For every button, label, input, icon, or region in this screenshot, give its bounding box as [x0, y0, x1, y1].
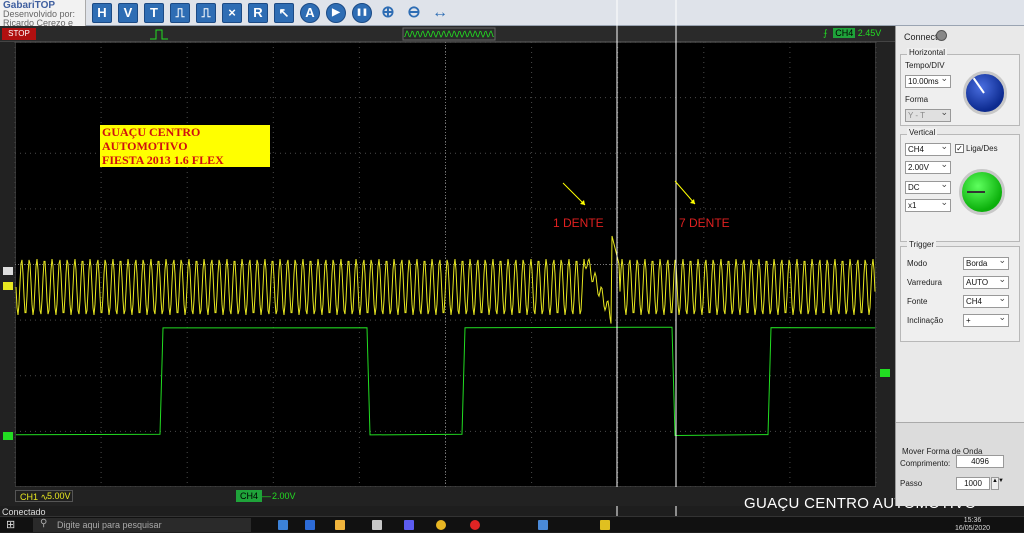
modo-label: Modo [907, 259, 927, 268]
vertical-channel-select[interactable]: CH4 [905, 143, 951, 156]
task-view-icon[interactable] [278, 520, 288, 530]
ligades-label: Liga/Des [966, 144, 998, 153]
fonte-label: Fonte [907, 297, 927, 306]
horizontal-title: Horizontal [907, 48, 947, 57]
forma-select[interactable]: Y - T [905, 109, 951, 122]
clock[interactable]: 15:36 16/05/2020 [955, 517, 990, 533]
trigger-level-marker [880, 369, 890, 377]
fonte-select[interactable]: CH4 [963, 295, 1009, 308]
search-icon: ⚲ [40, 518, 47, 529]
varredura-select[interactable]: AUTO [963, 276, 1009, 289]
volts-knob-pointer [967, 191, 985, 193]
vertical-group: Vertical CH4 ✓ Liga/Des 2.00V DC x1 [900, 134, 1020, 242]
ligades-checkbox[interactable]: ✓ [955, 144, 964, 153]
opera-icon[interactable] [470, 520, 480, 530]
scope-traces [0, 0, 1024, 532]
label-1-dente: 1 DENTE [553, 216, 604, 230]
arrow-7 [675, 181, 695, 204]
tempo-label: Tempo/DIV [905, 61, 945, 70]
oscilloscope-app: GabariTOP Desenvolvido por: Ricardo Cere… [0, 0, 1024, 532]
comprimento-field[interactable]: 4096 [956, 455, 1004, 468]
windows-start-icon[interactable]: ⊞ [6, 519, 18, 531]
passo-label: Passo [900, 479, 922, 488]
scope-app-icon[interactable] [600, 520, 610, 530]
ch4-scale: 2.00V [268, 490, 300, 502]
chrome-icon[interactable] [436, 520, 446, 530]
ch4-marker [3, 432, 13, 440]
taskbar: ⊞ Digite aqui para pesquisar ⚲ 15:36 16/… [0, 516, 1024, 532]
varredura-label: Varredura [907, 278, 942, 287]
store-icon[interactable] [372, 520, 382, 530]
edge-icon[interactable] [305, 520, 315, 530]
mover-group: Mover Forma de Onda Comprimento: 4096 Pa… [896, 422, 1024, 506]
label-7-dente: 7 DENTE [679, 216, 730, 230]
passo-spinner[interactable]: ▲▼ [991, 477, 999, 490]
probe-select[interactable]: x1 [905, 199, 951, 212]
app-icon-1[interactable] [404, 520, 414, 530]
modo-select[interactable]: Borda [963, 257, 1009, 270]
explorer-icon[interactable] [335, 520, 345, 530]
app-icon-2[interactable] [538, 520, 548, 530]
horizontal-group: Horizontal Tempo/DIV 10.00ms Forma Y - T [900, 54, 1020, 126]
comprimento-label: Comprimento: [900, 459, 950, 468]
ref-marker [3, 267, 13, 275]
passo-field[interactable]: 1000 [956, 477, 990, 490]
inclinacao-select[interactable]: + [963, 314, 1009, 327]
title-box: GUAÇU CENTRO AUTOMOTIVO FIESTA 2013 1.6 … [100, 125, 270, 167]
control-panel: Connect Horizontal Tempo/DIV 10.00ms For… [895, 26, 1024, 506]
inclinacao-label: Inclinação [907, 316, 943, 325]
ch1-label: CH1 [20, 492, 38, 502]
title-line-1: GUAÇU CENTRO AUTOMOTIVO [100, 125, 270, 153]
ch1-marker [3, 282, 13, 290]
trigger-group: Trigger Modo Borda Varredura AUTO Fonte … [900, 246, 1020, 342]
connect-label: Connect [904, 32, 938, 42]
ch1-scale: 5.00V [43, 490, 75, 502]
tempo-select[interactable]: 10.00ms [905, 75, 951, 88]
connect-led[interactable] [936, 30, 947, 41]
title-line-2: FIESTA 2013 1.6 FLEX [100, 153, 270, 167]
trigger-title: Trigger [907, 240, 936, 249]
time-knob[interactable] [963, 71, 1007, 115]
volts-select[interactable]: 2.00V [905, 161, 951, 174]
coupling-select[interactable]: DC [905, 181, 951, 194]
clock-time: 15:36 [955, 517, 990, 525]
taskbar-search[interactable]: Digite aqui para pesquisar [33, 518, 251, 532]
forma-label: Forma [905, 95, 928, 104]
arrow-1 [563, 183, 585, 205]
vertical-title: Vertical [907, 128, 937, 137]
